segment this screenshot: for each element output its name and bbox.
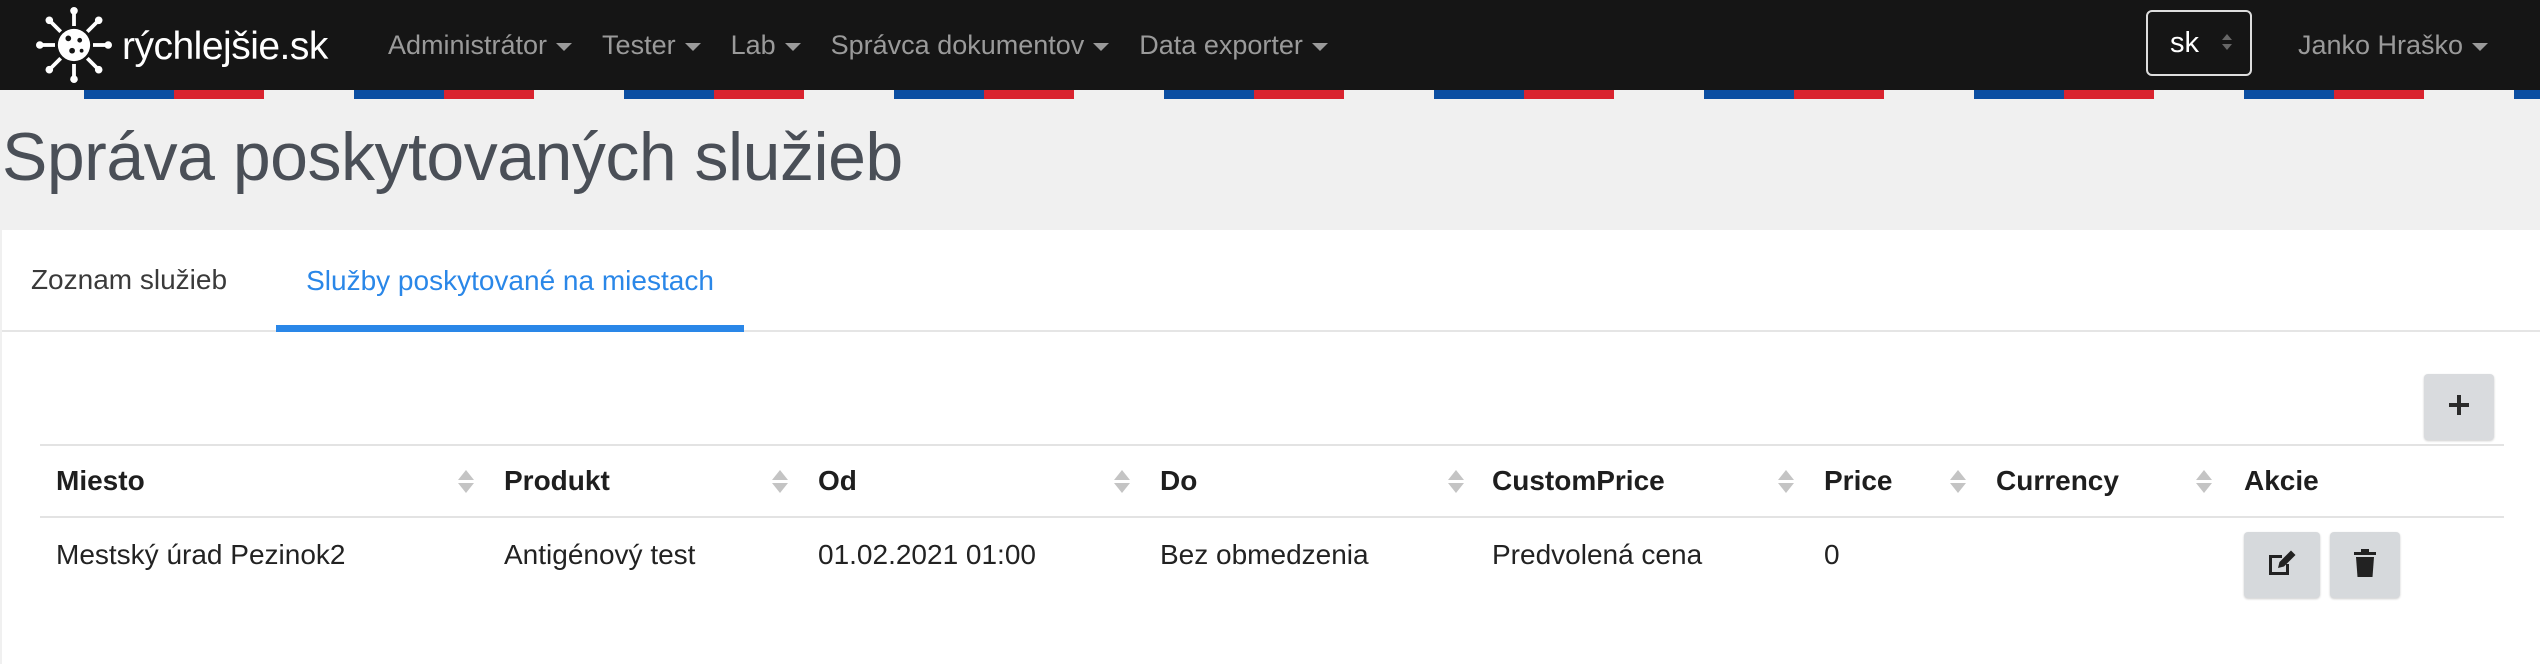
- sort-icon[interactable]: [772, 470, 788, 493]
- virus-logo-icon: [36, 6, 112, 88]
- tab-services-at-locations-label: Služby poskytované na miestach: [306, 265, 714, 296]
- flag-stripe-decoration: [0, 90, 2540, 99]
- services-card: Zoznam služieb Služby poskytované na mie…: [2, 230, 2540, 664]
- nav-data-exporter-label: Data exporter: [1139, 29, 1303, 60]
- nav-administrator[interactable]: Administrátor: [388, 29, 573, 61]
- brand-link[interactable]: rýchlejšie.sk: [36, 6, 328, 88]
- top-navbar: rýchlejšie.sk Administrátor Tester Lab S…: [0, 0, 2540, 94]
- column-header-akcie: Akcie: [2244, 446, 2319, 516]
- cell-do: Bez obmedzenia: [1160, 539, 1369, 570]
- column-header-currency[interactable]: Currency: [1996, 446, 2119, 516]
- column-header-customprice[interactable]: CustomPrice: [1492, 446, 1665, 516]
- tab-bar: Zoznam služieb Služby poskytované na mie…: [2, 230, 2540, 332]
- cell-produkt: Antigénový test: [504, 539, 696, 570]
- plus-icon: [2447, 393, 2471, 422]
- nav-tester[interactable]: Tester: [602, 30, 701, 61]
- main-menu: Administrátor Tester Lab Správca dokumen…: [388, 0, 1358, 90]
- tab-services-at-locations[interactable]: Služby poskytované na miestach: [276, 230, 744, 332]
- nav-lab[interactable]: Lab: [731, 30, 801, 61]
- user-name: Janko Hraško: [2298, 29, 2464, 60]
- column-header-label: Currency: [1996, 465, 2119, 496]
- nav-lab-label: Lab: [730, 29, 776, 60]
- caret-down-icon: [2472, 42, 2489, 51]
- column-header-label: Do: [1160, 465, 1198, 496]
- column-header-od[interactable]: Od: [818, 446, 857, 516]
- column-header-label: Price: [1824, 465, 1893, 496]
- caret-down-icon: [784, 42, 801, 51]
- cell-miesto: Mestský úrad Pezinok2: [56, 539, 346, 570]
- language-value: sk: [2170, 26, 2199, 59]
- table-row: Mestský úrad Pezinok2 Antigénový test 01…: [40, 518, 2504, 598]
- column-header-produkt[interactable]: Produkt: [504, 446, 610, 516]
- caret-down-icon: [1093, 42, 1110, 51]
- table-header-row: Miesto Produkt Od Do CustomPrice Price C…: [40, 444, 2504, 518]
- select-arrows-icon: [2222, 34, 2232, 50]
- column-header-label: Miesto: [56, 465, 145, 496]
- language-select[interactable]: sk: [2146, 10, 2252, 76]
- services-table: Miesto Produkt Od Do CustomPrice Price C…: [40, 444, 2504, 598]
- caret-down-icon: [684, 42, 701, 51]
- sort-icon[interactable]: [1114, 470, 1130, 493]
- edit-button[interactable]: [2244, 532, 2320, 598]
- tab-service-list[interactable]: Zoznam služieb: [24, 230, 234, 330]
- cell-od: 01.02.2021 01:00: [818, 539, 1036, 570]
- cell-price: 0: [1824, 539, 1840, 570]
- sort-icon[interactable]: [1448, 470, 1464, 493]
- column-header-do[interactable]: Do: [1160, 446, 1197, 516]
- column-header-label: CustomPrice: [1492, 465, 1665, 496]
- column-header-label: Produkt: [504, 465, 610, 496]
- nav-administrator-label: Administrátor: [388, 29, 548, 60]
- column-header-label: Od: [818, 465, 857, 496]
- user-menu[interactable]: Janko Hraško: [2298, 0, 2489, 90]
- page-title: Správa poskytovaných služieb: [2, 119, 903, 195]
- caret-down-icon: [556, 42, 573, 51]
- nav-data-exporter[interactable]: Data exporter: [1139, 30, 1328, 61]
- sort-icon[interactable]: [2196, 470, 2212, 493]
- nav-tester-label: Tester: [602, 29, 676, 60]
- trash-icon: [2354, 548, 2376, 582]
- delete-button[interactable]: [2330, 532, 2400, 598]
- column-header-miesto[interactable]: Miesto: [56, 446, 145, 516]
- sort-icon[interactable]: [458, 470, 474, 493]
- edit-icon: [2266, 549, 2298, 582]
- nav-document-manager[interactable]: Správca dokumentov: [831, 30, 1110, 61]
- nav-document-manager-label: Správca dokumentov: [830, 29, 1085, 60]
- brand-name: rýchlejšie.sk: [122, 25, 328, 68]
- column-header-price[interactable]: Price: [1824, 446, 1893, 516]
- column-header-label: Akcie: [2244, 465, 2319, 496]
- cell-customprice: Predvolená cena: [1492, 539, 1703, 570]
- sort-icon[interactable]: [1778, 470, 1794, 493]
- sort-icon[interactable]: [1950, 470, 1966, 493]
- caret-down-icon: [1311, 42, 1328, 51]
- add-button[interactable]: [2424, 374, 2494, 440]
- tab-service-list-label: Zoznam služieb: [30, 264, 228, 295]
